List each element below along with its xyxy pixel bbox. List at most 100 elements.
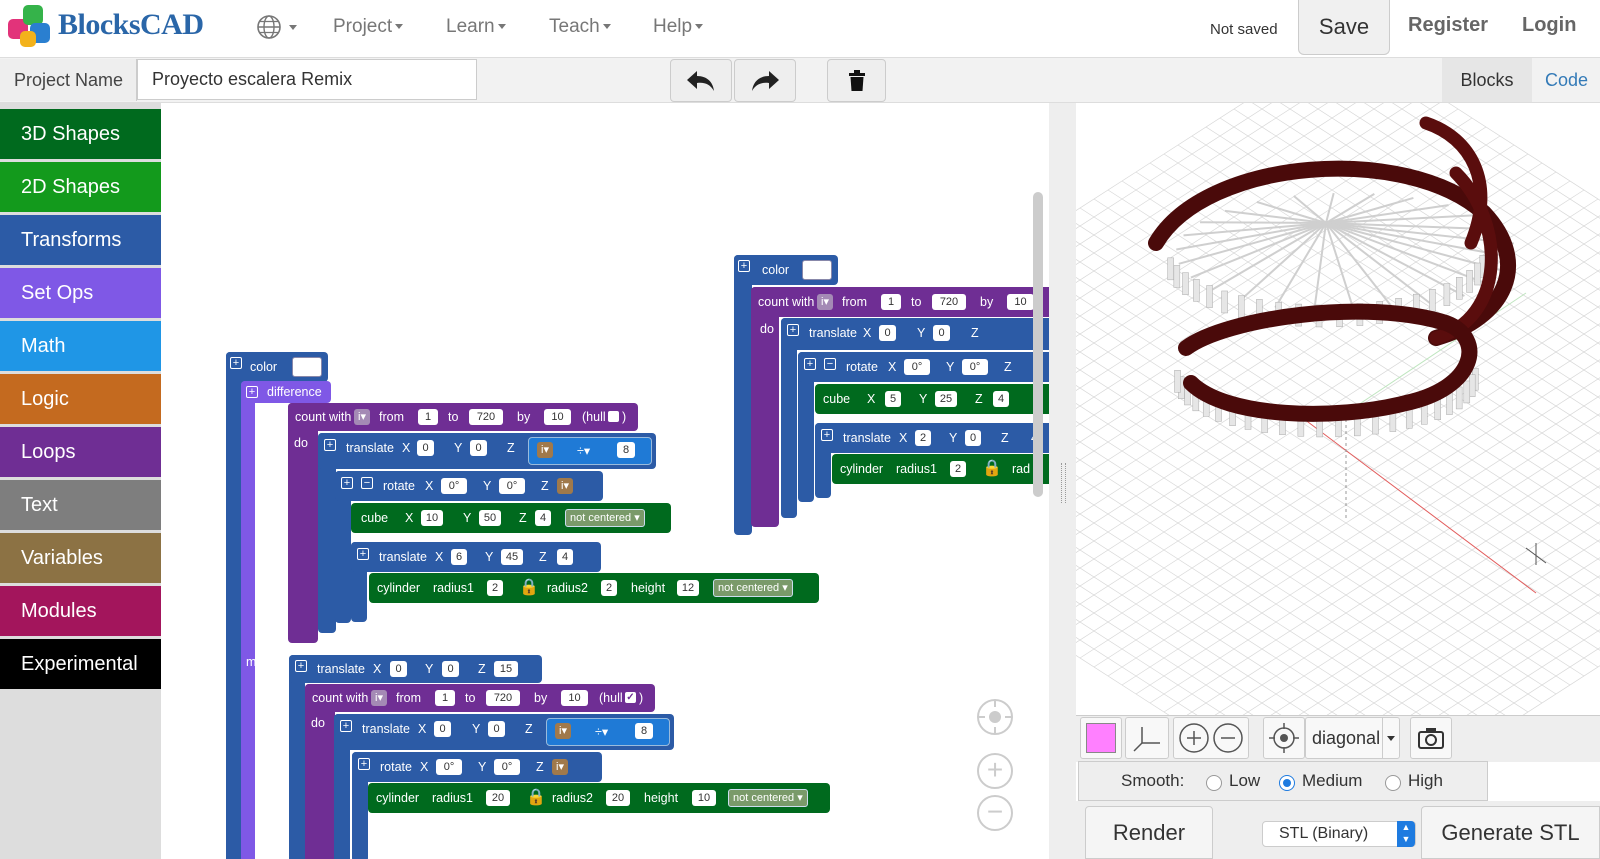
count-with-block[interactable]: count with i▾ from 1 to 720 by 10 — [751, 287, 1049, 317]
radius2-value[interactable]: 2 — [601, 580, 617, 596]
centering-dropdown[interactable]: not centered ▾ — [565, 509, 645, 527]
expand-icon[interactable]: + — [738, 260, 750, 272]
centering-dropdown[interactable]: not centered ▾ — [713, 579, 793, 597]
smooth-medium-radio[interactable] — [1279, 775, 1295, 791]
z-value[interactable]: 4 — [557, 549, 573, 565]
zoom-in-button[interactable]: + — [977, 753, 1013, 789]
toolbox-category-modules[interactable]: Modules — [0, 586, 161, 636]
3d-viewer[interactable] — [1076, 103, 1600, 715]
variable-i[interactable]: i▾ — [555, 723, 571, 739]
expand-icon[interactable]: + — [340, 720, 352, 732]
y-value[interactable]: 0 — [488, 721, 505, 737]
x-angle[interactable]: 0° — [436, 759, 462, 775]
cube-block[interactable]: cube X 5 Y 25 Z 4 — [815, 384, 1049, 414]
y-value[interactable]: 0 — [470, 440, 487, 456]
cube-y-value[interactable]: 25 — [935, 391, 957, 407]
generate-stl-button[interactable]: Generate STL — [1421, 806, 1600, 859]
collapse-icon[interactable]: − — [361, 477, 373, 489]
height-value[interactable]: 12 — [677, 580, 699, 596]
expand-icon[interactable]: + — [246, 386, 258, 398]
loop-variable-i[interactable]: i▾ — [354, 409, 370, 425]
hull-checkbox-checked[interactable]: ✓ — [625, 692, 636, 703]
radius1-value[interactable]: 2 — [487, 580, 503, 596]
math-divide-block[interactable]: i▾ ÷▾ 8 — [528, 437, 652, 465]
expand-icon[interactable]: + — [821, 429, 833, 441]
redo-button[interactable] — [734, 59, 796, 102]
toolbox-category-2d-shapes[interactable]: 2D Shapes — [0, 162, 161, 212]
y-angle[interactable]: 0° — [962, 359, 988, 375]
workspace-scrollbar[interactable] — [1033, 192, 1043, 497]
divide-operator[interactable]: ÷▾ — [577, 443, 590, 458]
cube-block[interactable]: cube X 10 Y 50 Z 4 not centered ▾ — [351, 503, 671, 533]
x-value[interactable]: 6 — [451, 549, 467, 565]
toolbox-category-text[interactable]: Text — [0, 480, 161, 530]
cube-z-value[interactable]: 4 — [535, 510, 551, 526]
collapse-icon[interactable]: − — [824, 358, 836, 370]
variable-i[interactable]: i▾ — [537, 442, 553, 458]
undo-button[interactable] — [670, 59, 732, 102]
y-value[interactable]: 0 — [933, 325, 950, 341]
nav-project[interactable]: Project — [333, 16, 404, 38]
rotate-block[interactable]: + − rotate X 0° Y 0° Z i▾ — [335, 471, 603, 501]
cylinder-block[interactable]: cylinder radius1 2 🔒 rad — [832, 454, 1049, 484]
to-value[interactable]: 720 — [486, 690, 520, 706]
export-format-select[interactable]: STL (Binary) ▲ ▼ — [1262, 821, 1416, 847]
variable-i[interactable]: i▾ — [557, 478, 573, 494]
cube-y-value[interactable]: 50 — [479, 510, 501, 526]
cylinder-block[interactable]: cylinder radius1 2 🔒 radius2 2 height 12… — [369, 573, 819, 603]
toolbox-category-3d-shapes[interactable]: 3D Shapes — [0, 109, 161, 159]
resize-handle[interactable] — [1061, 463, 1066, 503]
delete-button[interactable] — [827, 59, 886, 102]
expand-icon[interactable]: + — [357, 548, 369, 560]
color-block[interactable]: + color — [226, 352, 328, 382]
y-value[interactable]: 0 — [965, 430, 981, 446]
x-value[interactable]: 0 — [879, 325, 896, 341]
zoom-out-button[interactable]: − — [977, 795, 1013, 831]
login-link[interactable]: Login — [1522, 14, 1576, 37]
language-menu[interactable] — [256, 14, 297, 47]
rotate-block[interactable]: + − rotate X 0° Y 0° Z — [798, 352, 1049, 382]
nav-help[interactable]: Help — [653, 16, 704, 38]
from-value[interactable]: 1 — [881, 294, 901, 310]
expand-icon[interactable]: + — [230, 357, 242, 369]
radius1-value[interactable]: 20 — [486, 790, 510, 806]
nav-teach[interactable]: Teach — [549, 16, 611, 38]
by-value[interactable]: 10 — [1007, 294, 1034, 310]
tab-code[interactable]: Code — [1545, 58, 1588, 102]
blocks-workspace[interactable]: + color + difference minus count with i▾… — [161, 103, 1049, 859]
translate-block[interactable]: + translate X 0 Y 0 Z i▾ ÷▾ 8 — [318, 433, 656, 469]
nav-learn[interactable]: Learn — [446, 16, 506, 38]
z-value[interactable]: 15 — [494, 661, 518, 677]
render-button[interactable]: Render — [1085, 806, 1213, 859]
smooth-high-radio[interactable] — [1385, 775, 1401, 791]
by-value[interactable]: 10 — [561, 690, 588, 706]
from-value[interactable]: 1 — [435, 690, 455, 706]
toggle-axes-button[interactable] — [1125, 717, 1169, 759]
toolbox-category-loops[interactable]: Loops — [0, 427, 161, 477]
cube-x-value[interactable]: 5 — [885, 391, 901, 407]
divisor-value[interactable]: 8 — [635, 723, 653, 739]
cube-z-value[interactable]: 4 — [993, 391, 1009, 407]
toolbox-category-logic[interactable]: Logic — [0, 374, 161, 424]
x-angle[interactable]: 0° — [904, 359, 930, 375]
brand-name[interactable]: BlocksCAD — [58, 8, 204, 42]
lock-icon[interactable]: 🔒 — [982, 458, 1002, 478]
translate-block[interactable]: + translate X 2 Y 0 Z 4 — [815, 423, 1049, 453]
count-with-block[interactable]: count with i▾ from 1 to 720 by 10 (hull … — [288, 403, 638, 431]
recenter-button[interactable] — [977, 699, 1013, 735]
expand-icon[interactable]: + — [295, 660, 307, 672]
cylinder-block[interactable]: cylinder radius1 20 🔒 radius2 20 height … — [368, 783, 830, 813]
zoom-in-icon[interactable] — [1177, 721, 1211, 755]
x-angle[interactable]: 0° — [441, 478, 467, 494]
divide-operator[interactable]: ÷▾ — [595, 724, 608, 739]
smooth-low-radio[interactable] — [1206, 775, 1222, 791]
variable-i[interactable]: i▾ — [552, 759, 568, 775]
tab-blocks[interactable]: Blocks — [1442, 58, 1532, 102]
pane-divider[interactable] — [1049, 103, 1076, 859]
lock-icon[interactable]: 🔒 — [519, 577, 539, 597]
view-select[interactable]: diagonal — [1305, 717, 1400, 759]
toolbox-category-experimental[interactable]: Experimental — [0, 639, 161, 689]
expand-icon[interactable]: + — [358, 758, 370, 770]
difference-block[interactable]: + difference — [241, 381, 331, 403]
divisor-value[interactable]: 8 — [617, 442, 635, 458]
